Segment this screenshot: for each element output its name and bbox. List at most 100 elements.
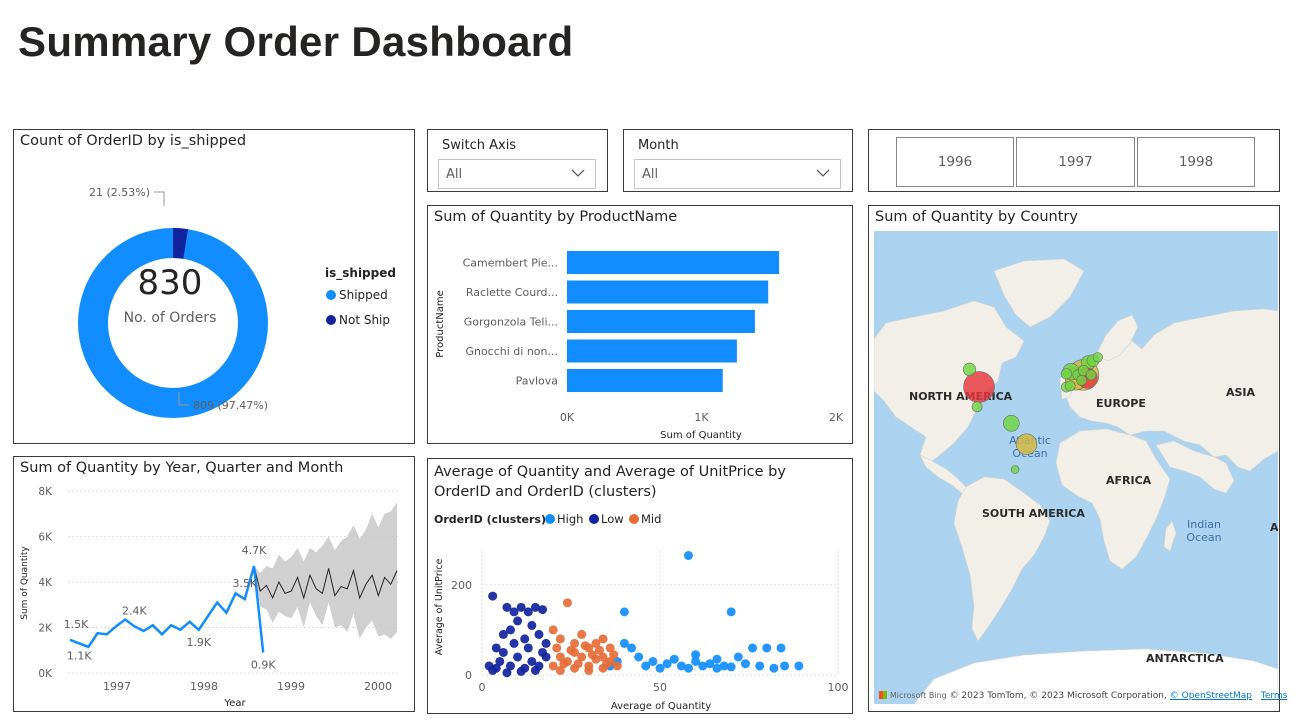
legend-label-notship[interactable]: Not Ship — [339, 313, 390, 327]
switch-axis-dropdown[interactable]: All — [438, 159, 596, 189]
legend-label-low[interactable]: Low — [601, 512, 624, 526]
scatter-point[interactable] — [541, 638, 551, 648]
scatter-point[interactable] — [794, 661, 804, 671]
map-bubble[interactable] — [1076, 375, 1087, 386]
month-dropdown[interactable]: All — [634, 159, 841, 189]
scatter-point[interactable] — [548, 625, 558, 635]
scatter-point[interactable] — [538, 647, 548, 657]
scatter-point[interactable] — [619, 638, 629, 648]
map-bubble[interactable] — [1010, 465, 1020, 474]
scatter-point[interactable] — [577, 629, 587, 639]
bar-ylabel: ProductName — [435, 290, 446, 357]
time-series-card[interactable]: Sum of Quantity by Year, Quarter and Mon… — [13, 456, 415, 712]
time-series-chart: Sum of Quantity Year 0K 2K 4K 6K 8K 1997 1998 1… — [20, 486, 400, 709]
donut-card[interactable]: Count of OrderID by is_shipped 21 (2.53%… — [13, 129, 415, 444]
land-north-america — [874, 300, 1025, 462]
map-bubble[interactable] — [1003, 415, 1020, 432]
scatter-point[interactable] — [513, 616, 523, 626]
scatter-point[interactable] — [726, 662, 736, 672]
scatter-point[interactable] — [534, 629, 544, 639]
scatter-point[interactable] — [691, 656, 701, 666]
scatter-point[interactable] — [712, 654, 722, 664]
year-button-1996[interactable]: 1996 — [896, 137, 1014, 187]
scatter-point[interactable] — [516, 666, 526, 676]
scatter-point[interactable] — [538, 605, 548, 615]
scatter-point[interactable] — [562, 598, 572, 608]
scatter-point[interactable] — [755, 661, 765, 671]
bar[interactable] — [567, 280, 769, 304]
map-bubble[interactable] — [1060, 368, 1073, 380]
scatter-point[interactable] — [584, 665, 594, 675]
scatter-point[interactable] — [733, 652, 743, 662]
scatter-point[interactable] — [762, 643, 772, 653]
scatter-point[interactable] — [612, 661, 622, 671]
legend-label-shipped[interactable]: Shipped — [339, 288, 388, 302]
donut-center-label: No. of Orders — [124, 310, 217, 326]
scatter-point[interactable] — [655, 663, 665, 673]
map-bubble[interactable] — [971, 401, 983, 413]
land-greenland — [993, 258, 1085, 328]
terms-link[interactable]: Terms — [1261, 691, 1288, 701]
scatter-point[interactable] — [573, 659, 583, 669]
scatter-point[interactable] — [598, 634, 608, 644]
scatter-point[interactable] — [495, 656, 505, 666]
product-bar-card[interactable]: Sum of Quantity by ProductName ProductNa… — [427, 205, 853, 444]
scatter-point[interactable] — [498, 647, 508, 657]
map-bubble[interactable] — [1092, 352, 1103, 363]
year-button-1997[interactable]: 1997 — [1016, 137, 1135, 187]
scatter-point[interactable] — [641, 661, 651, 671]
scatter-point[interactable] — [669, 654, 679, 664]
month-value: All — [642, 167, 659, 182]
page-title: Summary Order Dashboard — [18, 18, 574, 65]
scatter-point[interactable] — [776, 643, 786, 653]
scatter-point[interactable] — [527, 620, 537, 630]
scatter-card[interactable]: Average of Quantity and Average of UnitP… — [427, 458, 853, 714]
map-bubble[interactable] — [962, 362, 977, 376]
legend-label-mid[interactable]: Mid — [641, 512, 661, 526]
scatter-point[interactable] — [740, 659, 750, 669]
scatter-point[interactable] — [609, 650, 619, 660]
scatter-point[interactable] — [559, 659, 569, 669]
scatter-point[interactable] — [488, 591, 498, 601]
scatter-point[interactable] — [683, 551, 693, 561]
scatter-point[interactable] — [780, 661, 790, 671]
scatter-point[interactable] — [530, 665, 540, 675]
legend-label-high[interactable]: High — [557, 512, 583, 526]
scatter-point[interactable] — [748, 643, 758, 653]
scatter-point[interactable] — [587, 650, 597, 660]
switch-axis-slicer: Switch Axis All — [427, 129, 608, 192]
year-button-1998[interactable]: 1998 — [1137, 137, 1255, 187]
scatter-point[interactable] — [683, 663, 693, 673]
world-map[interactable]: NORTH AMERICA EUROPE ASIA AFRICA SOUTH A… — [874, 231, 1278, 704]
map-bubble[interactable] — [963, 371, 995, 403]
bar[interactable] — [567, 339, 737, 363]
scatter-chart: OrderID (clusters) High Low Mid Average … — [434, 512, 849, 712]
land-central-america — [919, 454, 971, 496]
osm-link[interactable]: © OpenStreetMap — [1170, 691, 1252, 701]
label-notship: 21 (2.53%) — [89, 186, 150, 199]
chevron-down-icon — [816, 169, 830, 177]
scatter-point[interactable] — [602, 659, 612, 669]
scatter-point[interactable] — [634, 652, 644, 662]
scatter-point[interactable] — [566, 645, 576, 655]
bar[interactable] — [567, 310, 755, 333]
scatter-point[interactable] — [523, 643, 533, 653]
scatter-point[interactable] — [552, 643, 562, 653]
scatter-point[interactable] — [513, 652, 523, 662]
map-bubble[interactable] — [1064, 380, 1076, 392]
scatter-point[interactable] — [580, 641, 590, 651]
scatter-point[interactable] — [619, 607, 629, 617]
scatter-point[interactable] — [509, 638, 519, 648]
scatter-point[interactable] — [502, 668, 512, 678]
scatter-point[interactable] — [488, 665, 498, 675]
country-map-card[interactable]: Sum of Quantity by Country NORTH AMERICA… — [868, 205, 1287, 712]
map-bubble[interactable] — [1015, 433, 1038, 455]
scatter-point[interactable] — [505, 625, 515, 635]
bar[interactable] — [567, 369, 723, 392]
map-bubble[interactable] — [1085, 369, 1097, 381]
scatter-point[interactable] — [769, 663, 779, 673]
scatter-point[interactable] — [555, 634, 565, 644]
scatter-point[interactable] — [520, 634, 530, 644]
scatter-point[interactable] — [726, 607, 736, 617]
bar[interactable] — [567, 251, 780, 274]
